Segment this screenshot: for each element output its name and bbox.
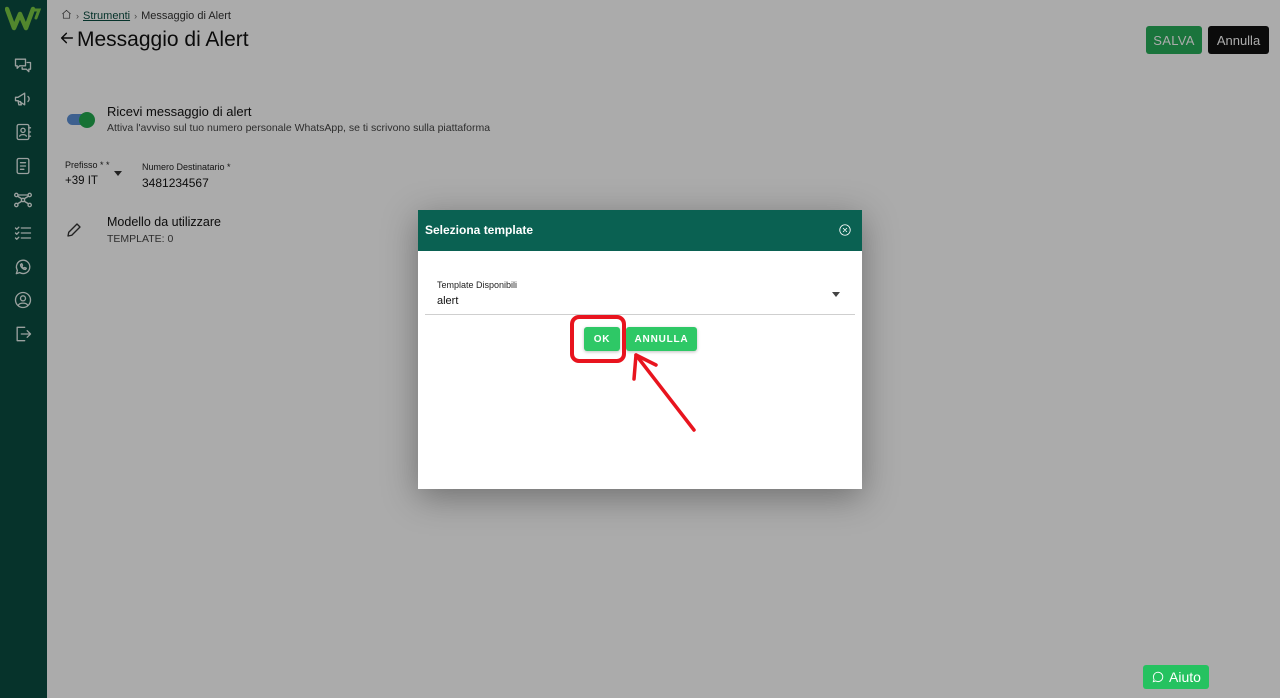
help-label: Aiuto [1169, 669, 1201, 685]
template-select-label: Template Disponibili [437, 280, 518, 290]
chevron-down-icon[interactable] [832, 292, 840, 297]
whatsapp-icon [1152, 671, 1164, 683]
template-select[interactable]: alert [437, 295, 458, 307]
dialog-title: Seleziona template [425, 223, 534, 237]
annotation-highlight [570, 315, 626, 363]
annotation-arrow-icon [632, 353, 696, 432]
dialog-header: Seleziona template [418, 210, 862, 251]
select-underline [425, 314, 855, 315]
close-icon[interactable] [838, 223, 852, 237]
help-button[interactable]: Aiuto [1143, 665, 1209, 689]
